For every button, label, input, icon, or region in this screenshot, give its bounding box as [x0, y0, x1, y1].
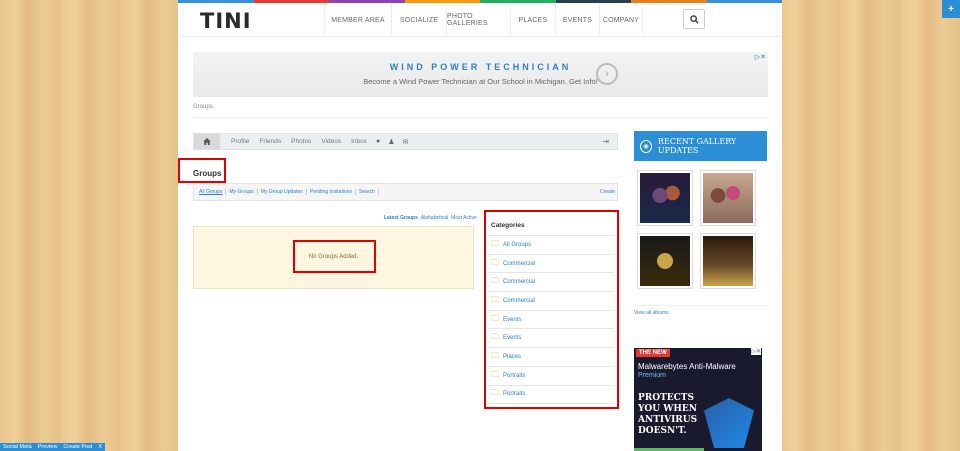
breadcrumb: Groups [193, 104, 213, 110]
create-group-link[interactable]: Create [600, 189, 615, 195]
ad-line: ANTIVIRUS [638, 415, 698, 425]
nav-item-events[interactable]: EVENTS [555, 3, 599, 37]
sidebar-divider [634, 305, 767, 306]
sort-most-active[interactable]: Most Active [451, 215, 477, 221]
create-post-button[interactable]: Create Post [60, 443, 95, 451]
plus-icon[interactable]: + [942, 0, 960, 18]
ad-choices-icon[interactable]: ▷✕ [751, 348, 761, 355]
user-icon[interactable]: ♟ [388, 138, 394, 146]
tab-my-groups[interactable]: My Groups [226, 189, 258, 195]
nav-item-socialize[interactable]: SOCIALIZE [391, 3, 446, 37]
divider [193, 117, 768, 118]
envelope-icon[interactable]: ✉ [403, 138, 409, 146]
camera-icon: ◉ [640, 139, 652, 153]
ad-title: WIND POWER TECHNICIAN [389, 62, 572, 72]
page-title: Groups [193, 169, 222, 178]
ad-new-badge: THE NEW [636, 349, 670, 357]
main-nav: MEMBER AREA SOCIALIZE PHOTO GALLERIES PLACE… [324, 3, 643, 37]
search-icon [689, 14, 699, 24]
photos-link[interactable]: Photos [291, 138, 311, 145]
recent-gallery-title: RECENT GALLERY UPDATES [657, 137, 737, 155]
ad-choices-icon[interactable]: ▷✕ [755, 53, 766, 61]
social-meta-button[interactable]: Social Meta [0, 443, 35, 451]
friends-link[interactable]: Friends [259, 138, 281, 145]
bottom-toolbar: Social Meta Preview Create Post X [0, 443, 106, 451]
close-button[interactable]: X [95, 443, 105, 451]
profile-toolbar: Profile Friends Photos Videos Inbox ● ♟ … [193, 133, 618, 150]
shield-icon [704, 398, 754, 448]
ad-brand: Malwarebytes Anti-Malware [638, 362, 736, 371]
tab-search[interactable]: Search [356, 189, 379, 195]
groups-subtabs: All Groups My Groups My Group Updates Pe… [193, 183, 618, 201]
profile-link[interactable]: Profile [231, 138, 249, 145]
tab-pending-invitations[interactable]: Pending Invitations [307, 189, 357, 195]
tab-my-group-updates[interactable]: My Group Updates [258, 189, 307, 195]
videos-link[interactable]: Videos [321, 138, 341, 145]
gallery-thumbnail[interactable] [637, 170, 693, 226]
sort-latest[interactable]: Latest Groups [384, 215, 418, 221]
site-header: TINI MEMBER AREA SOCIALIZE PHOTO GALLERIES… [178, 3, 782, 37]
sidebar-ad[interactable]: THE NEW ▷✕ Malwarebytes Anti-Malware Pre… [634, 348, 762, 451]
ad-line: YOU WHEN [638, 404, 697, 414]
chevron-right-icon[interactable]: › [596, 63, 618, 85]
ad-line: PROTECTS [638, 393, 695, 403]
nav-item-photo-galleries[interactable]: PHOTO GALLERIES [446, 3, 510, 37]
home-icon [203, 138, 211, 145]
ad-banner[interactable]: ▷✕ WIND POWER TECHNICIAN Become a Wind P… [193, 52, 768, 97]
home-button[interactable] [194, 134, 220, 149]
gallery-thumbnail[interactable] [700, 233, 756, 289]
gallery-thumbnail[interactable] [700, 170, 756, 226]
recent-gallery-heading: ◉ RECENT GALLERY UPDATES [634, 131, 767, 161]
globe-icon[interactable]: ● [376, 138, 380, 145]
sign-out-icon[interactable]: ⇥ [602, 137, 609, 146]
view-all-albums-link[interactable]: View all albums [634, 310, 669, 316]
ad-line: DOESN'T. [638, 426, 687, 436]
site-logo[interactable]: TINI [200, 9, 252, 33]
inbox-link[interactable]: Inbox [351, 138, 367, 145]
notice-highlight [293, 240, 376, 273]
ad-premium: Premium [638, 372, 667, 379]
nav-item-member-area[interactable]: MEMBER AREA [324, 3, 391, 37]
tab-all-groups[interactable]: All Groups [196, 189, 227, 195]
gallery-thumbnail[interactable] [637, 233, 693, 289]
categories-highlight [484, 210, 619, 409]
ad-subtitle: Become a Wind Power Technician at Our Sc… [363, 77, 598, 86]
sort-links: Latest Groups Alphabetical Most Active [384, 215, 477, 221]
preview-button[interactable]: Preview [35, 443, 61, 451]
nav-item-places[interactable]: PLACES [510, 3, 555, 37]
sort-alphabetical[interactable]: Alphabetical [421, 215, 448, 221]
search-button[interactable] [683, 9, 705, 29]
nav-item-company[interactable]: COMPANY [599, 3, 643, 37]
